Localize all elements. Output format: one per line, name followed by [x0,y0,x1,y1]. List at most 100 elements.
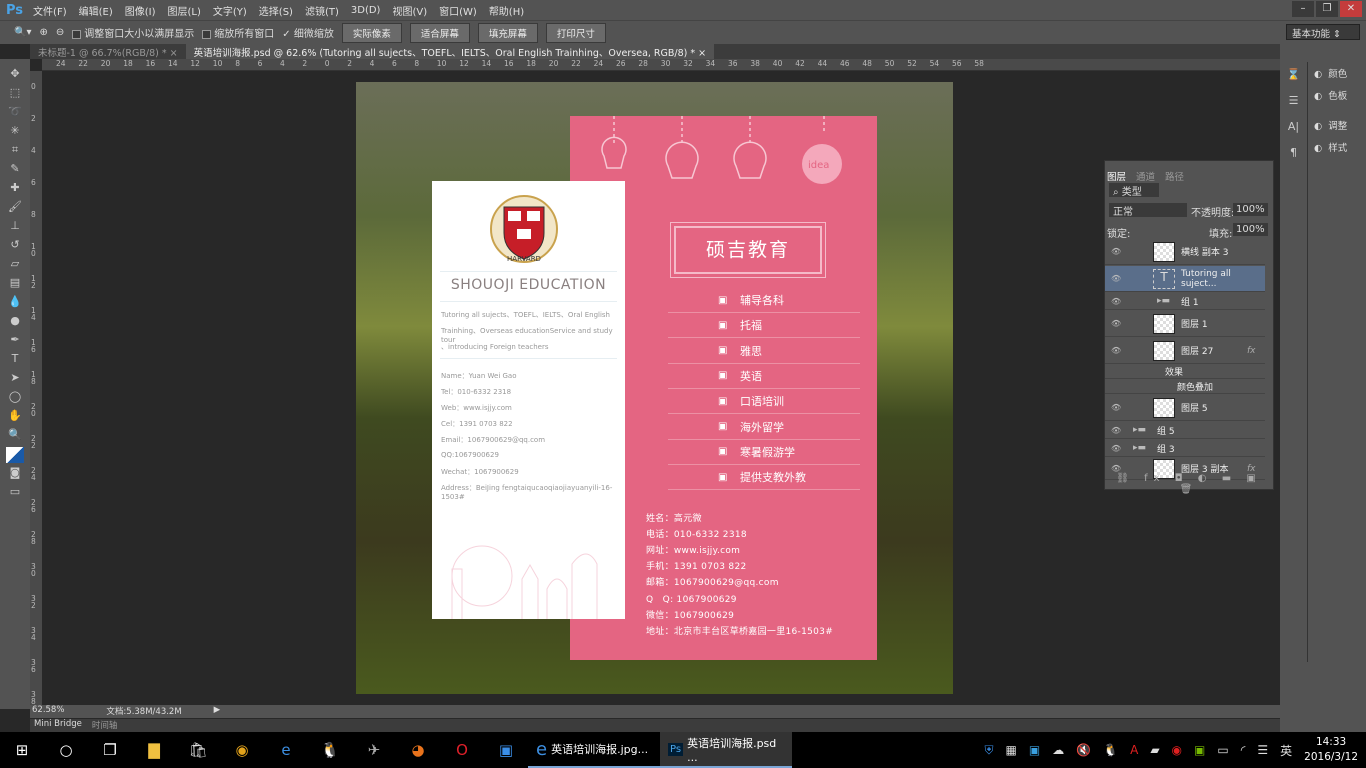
layer-row[interactable]: 👁 图层 1 [1105,311,1265,337]
gradient-tool-icon[interactable]: ▤ [6,276,24,292]
stamp-tool-icon[interactable]: ⊥ [6,219,24,235]
visibility-eye-icon[interactable]: 👁 [1111,403,1121,412]
visibility-eye-icon[interactable]: 👁 [1111,426,1121,435]
ellipse-tool-icon[interactable]: ◯ [6,390,24,406]
visibility-eye-icon[interactable]: 👁 [1111,274,1121,283]
panel-palette[interactable]: ◐ 颜色 [1314,64,1347,86]
layer-row[interactable]: 👁 T Tutoring all suject... [1105,266,1265,292]
menu-layer[interactable]: 图层(L) [168,3,201,18]
visibility-eye-icon[interactable]: 👁 [1111,444,1121,453]
move-tool-icon[interactable]: ✥ [6,67,24,83]
status-arrow-icon[interactable]: ▶ [214,705,221,718]
tab-untitled[interactable]: 未标题-1 @ 66.7%(RGB/8) * × [30,44,186,59]
actual-pixels-button[interactable]: 实际像素 [341,22,402,43]
minimize-button[interactable]: – [1292,1,1314,17]
chrome-icon[interactable]: ◉ [220,741,264,759]
menu-view[interactable]: 视图(V) [392,3,427,18]
layer-actions[interactable]: ⛓ fx ◘ ◐ ▬ ▣ 🗑 [1105,473,1273,495]
tab-channels[interactable]: 通道 [1136,169,1155,183]
visibility-eye-icon[interactable]: 👁 [1111,464,1121,473]
document-canvas[interactable]: idea 硕吉教育 ▣ 辅导各科 ▣ 托福 ▣ 雅思 ▣ 英语 ▣ 口语培训 ▣ 海外留学 ▣ 寒暑假游学… [356,82,953,694]
print-size-button[interactable]: 打印尺寸 [545,22,606,43]
blur-tool-icon[interactable]: 💧 [6,295,24,311]
firefox-icon[interactable]: ◕ [396,741,440,759]
panel-swatches[interactable]: ◐ 色板 [1314,86,1347,108]
brush-tool-icon[interactable]: 🖌 [6,200,24,216]
layer-row[interactable]: 效果 [1105,365,1265,379]
app-m-icon[interactable]: ▣ [484,741,528,759]
layer-row[interactable]: 👁 图层 27 fx [1105,338,1265,364]
healing-brush-icon[interactable]: ✚ [6,181,24,197]
visibility-eye-icon[interactable]: 👁 [1111,247,1121,256]
tab-mini-bridge[interactable]: Mini Bridge [34,719,82,732]
menu-help[interactable]: 帮助(H) [489,3,524,18]
color-swatch-icon[interactable] [6,447,24,463]
pen-tool-icon[interactable]: ✒ [6,333,24,349]
menu-filter[interactable]: 滤镜(T) [305,3,339,18]
menu-edit[interactable]: 编辑(E) [79,3,113,18]
dodge-tool-icon[interactable]: ● [6,314,24,330]
eraser-icon[interactable]: ▱ [6,257,24,273]
layer-row[interactable]: 👁 ▸▬ 组 5 [1105,422,1265,439]
zoom-out-icon[interactable]: ⊖ [56,27,64,38]
menu-3d[interactable]: 3D(D) [351,5,381,16]
file-explorer-icon[interactable]: ▇ [132,741,176,759]
menu-window[interactable]: 窗口(W) [439,3,477,18]
panel-style[interactable]: ◐ 样式 [1314,138,1347,160]
tab-paths[interactable]: 路径 [1165,169,1184,183]
marquee-tool-icon[interactable]: ⬚ [6,86,24,102]
layer-row[interactable]: 👁 ▸▬ 组 3 [1105,440,1265,457]
blend-mode-select[interactable]: 正常 [1109,203,1187,218]
ime-indicator[interactable]: 英 [1280,742,1292,759]
eyedropper-icon[interactable]: ✎ [6,162,24,178]
panel-adjust[interactable]: ◐ 调整 [1314,116,1347,138]
fill-screen-button[interactable]: 填充屏幕 [477,22,538,43]
restore-button[interactable]: ❐ [1316,1,1338,17]
visibility-eye-icon[interactable]: 👁 [1111,346,1121,355]
zoom-tool-icon[interactable]: 🔍▾ [14,27,31,38]
menu-select[interactable]: 选择(S) [259,3,293,18]
volume-muted-icon[interactable]: 🔇 [1076,743,1091,757]
edge-icon[interactable]: e [264,741,308,759]
close-button[interactable]: ✕ [1340,1,1362,17]
qq-icon[interactable]: 🐧 [308,741,352,759]
opacity-input[interactable]: 100% [1233,203,1268,216]
opera-icon[interactable]: O [440,741,484,759]
taskbar-jpg-viewer[interactable]: e 英语培训海报.jpg... [528,732,660,768]
screen-mode-icon[interactable]: ▭ [6,485,24,501]
task-view-icon[interactable]: ❐ [88,741,132,759]
history-icon[interactable]: ⌛ [1280,62,1307,88]
layer-row[interactable]: 👁 横线 副本 3 [1105,239,1265,265]
tray-app3-icon[interactable]: ▰ [1150,743,1159,757]
fill-input[interactable]: 100% [1233,223,1268,236]
menu-file[interactable]: 文件(F) [33,3,67,18]
paragraph-icon[interactable]: ¶ [1280,140,1307,166]
history-brush-icon[interactable]: ↺ [6,238,24,254]
tab-timeline[interactable]: 时间轴 [92,719,118,732]
search-icon[interactable]: ○ [44,741,88,759]
scrubby-zoom-checkbox[interactable]: ✓ 细微缩放 [282,25,334,40]
wifi-icon[interactable]: ◜ [1241,743,1246,757]
resize-windows-checkbox[interactable]: 调整窗口大小以满屏显示 [72,25,194,40]
quick-mask-icon[interactable]: ◙ [6,466,24,482]
character-icon[interactable]: A| [1280,114,1307,140]
tray-app2-icon[interactable]: ▣ [1029,743,1040,757]
store-icon[interactable]: 🛍 [176,741,220,759]
fit-screen-button[interactable]: 适合屏幕 [409,22,470,43]
notification-icon[interactable]: ☰ [1257,743,1268,757]
layer-row[interactable]: 👁 ▸▬ 组 1 [1105,293,1265,310]
folder-icon[interactable]: ▸▬ [1133,425,1146,435]
tab-poster-psd[interactable]: 英语培训海报.psd @ 62.6% (Tutoring all sujects… [185,44,715,59]
nvidia-icon[interactable]: ▣ [1194,743,1205,757]
lasso-tool-icon[interactable]: ➰ [6,105,24,121]
visibility-eye-icon[interactable]: 👁 [1111,297,1121,306]
menu-type[interactable]: 文字(Y) [213,3,247,18]
zoom-tool-icon[interactable]: 🔍 [6,428,24,444]
trend-micro-icon[interactable]: ◉ [1172,743,1182,757]
battery-icon[interactable]: ▭ [1217,743,1228,757]
type-tool-icon[interactable]: T [6,352,24,368]
path-select-icon[interactable]: ➤ [6,371,24,387]
hand-tool-icon[interactable]: ✋ [6,409,24,425]
folder-icon[interactable]: ▸▬ [1157,296,1170,306]
taskbar-photoshop[interactable]: Ps 英语培训海报.psd ... [660,732,792,768]
